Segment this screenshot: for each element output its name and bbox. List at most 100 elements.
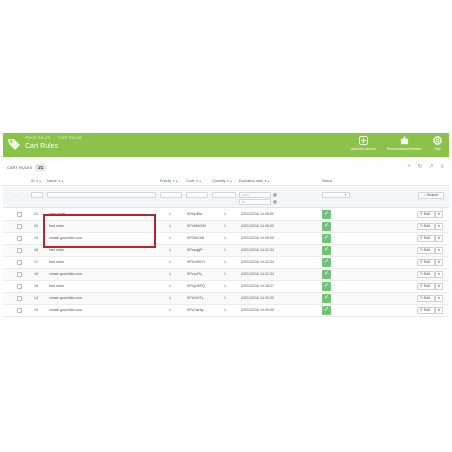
status-enabled-icon[interactable]: ✓: [322, 306, 331, 315]
cell-expiration: 03/21/2016 14:22:34: [241, 248, 274, 252]
filter-priority-input[interactable]: [160, 192, 182, 198]
admin-panel: PRICE RULES CART RULES Cart Rules Add ne…: [3, 133, 449, 319]
cell-code: SPXjUEFQ: [187, 284, 205, 288]
cell-expiration: 03/21/2016 14:20:00: [241, 308, 274, 312]
cell-quantity: 1: [224, 212, 226, 216]
sort-icon: ▼▲: [57, 179, 64, 183]
add-icon[interactable]: +: [406, 164, 412, 170]
column-code[interactable]: Code ▼▲: [186, 179, 202, 183]
row-actions-dropdown[interactable]: ▼: [435, 247, 443, 254]
table-row[interactable]: 13 create.godzhilot.com 1 SPu7aehy 1 03/21/20…: [3, 305, 449, 317]
cell-quantity: 1: [224, 296, 226, 300]
filter-date-to[interactable]: To: [239, 199, 271, 205]
filter-date-from[interactable]: From: [239, 192, 271, 198]
column-priority[interactable]: Priority ▼▲: [160, 179, 178, 183]
cell-id: 18: [34, 248, 38, 252]
row-checkbox[interactable]: [17, 284, 22, 289]
filter-code-input[interactable]: [186, 192, 208, 198]
row-actions-dropdown[interactable]: ▼: [435, 211, 443, 218]
row-actions-dropdown[interactable]: ▼: [435, 259, 443, 266]
row-actions-dropdown[interactable]: ▼: [435, 295, 443, 302]
column-name[interactable]: Name ▼▲: [47, 179, 64, 183]
edit-button[interactable]: ✎ Edit: [417, 295, 435, 302]
cell-id: 13: [34, 308, 38, 312]
table-row[interactable]: 17 first order 1 SPhYMSYl 1 03/21/2016 14:22:…: [3, 257, 449, 269]
edit-button[interactable]: ✎ Edit: [417, 235, 435, 242]
edit-button[interactable]: ✎ Edit: [417, 211, 435, 218]
table-row[interactable]: 14 create.godzhilot.com 1 SPb3rDTy 1 03/21/20…: [3, 293, 449, 305]
row-checkbox[interactable]: [17, 296, 22, 301]
edit-button[interactable]: ✎ Edit: [417, 271, 435, 278]
edit-button[interactable]: ✎ Edit: [417, 283, 435, 290]
cell-name: create.godzhilot.com: [49, 272, 83, 276]
caret-down-icon: ▼: [437, 272, 441, 276]
cell-expiration: 03/21/2016 14:22:34: [241, 260, 274, 264]
cell-priority: 1: [169, 248, 171, 252]
status-enabled-icon[interactable]: ✓: [322, 246, 331, 255]
row-checkbox[interactable]: [17, 212, 22, 217]
breadcrumb-item[interactable]: PRICE RULES: [25, 136, 51, 140]
cell-code: SPu7aehy: [187, 308, 204, 312]
cell-code: SP25rC6B: [187, 236, 204, 240]
column-expiration[interactable]: Expiration date ▼▲: [239, 179, 270, 183]
status-enabled-icon[interactable]: ✓: [322, 282, 331, 291]
calendar-icon[interactable]: ▦: [273, 192, 277, 197]
status-enabled-icon[interactable]: ✓: [322, 222, 331, 231]
status-enabled-icon[interactable]: ✓: [322, 210, 331, 219]
pencil-icon: ✎: [420, 212, 423, 216]
search-button[interactable]: ⌕ Search: [418, 192, 444, 199]
calendar-icon[interactable]: ▦: [273, 199, 277, 204]
edit-button[interactable]: ✎ Edit: [417, 247, 435, 254]
button-label: Add new cart rule: [351, 147, 376, 151]
cell-priority: 1: [169, 224, 171, 228]
edit-button[interactable]: ✎ Edit: [417, 223, 435, 230]
status-enabled-icon[interactable]: ✓: [322, 234, 331, 243]
row-checkbox[interactable]: [17, 308, 22, 313]
row-checkbox[interactable]: [17, 236, 22, 241]
cell-priority: 1: [169, 308, 171, 312]
filter-name-input[interactable]: [47, 192, 156, 198]
cell-name: first order: [49, 248, 65, 252]
row-actions-dropdown[interactable]: ▼: [435, 235, 443, 242]
row-actions-dropdown[interactable]: ▼: [435, 283, 443, 290]
cell-priority: 1: [169, 284, 171, 288]
status-enabled-icon[interactable]: ✓: [322, 270, 331, 279]
filter-quantity-input[interactable]: [212, 192, 236, 198]
help-button[interactable]: Help: [433, 136, 442, 151]
export-icon[interactable]: ↗: [428, 164, 434, 170]
filter-status-select[interactable]: - ▼: [322, 192, 350, 198]
cell-expiration: 03/21/2016 14:18:27: [241, 284, 274, 288]
database-icon[interactable]: ≡: [439, 164, 445, 170]
pencil-icon: ✎: [420, 308, 423, 312]
filter-id-input[interactable]: [31, 192, 43, 198]
edit-button[interactable]: ✎ Edit: [417, 307, 435, 314]
cell-id: 15: [34, 284, 38, 288]
caret-down-icon: ▼: [437, 248, 441, 252]
row-actions-dropdown[interactable]: ▼: [435, 307, 443, 314]
help-lifebuoy-icon: [433, 136, 442, 145]
status-enabled-icon[interactable]: ✓: [322, 258, 331, 267]
breadcrumb: PRICE RULES CART RULES: [25, 136, 88, 140]
column-id[interactable]: ID ▼▲: [31, 179, 42, 183]
cell-priority: 1: [169, 296, 171, 300]
row-checkbox[interactable]: [17, 248, 22, 253]
filter-dash: --: [15, 192, 18, 197]
row-checkbox[interactable]: [17, 224, 22, 229]
edit-button[interactable]: ✎ Edit: [417, 259, 435, 266]
button-label: Recommended Modules: [387, 147, 422, 151]
row-actions-dropdown[interactable]: ▼: [435, 223, 443, 230]
status-enabled-icon[interactable]: ✓: [322, 294, 331, 303]
row-checkbox[interactable]: [17, 260, 22, 265]
row-actions-dropdown[interactable]: ▼: [435, 271, 443, 278]
breadcrumb-item[interactable]: CART RULES: [58, 136, 82, 140]
add-new-cart-rule-button[interactable]: Add new cart rule: [351, 136, 376, 151]
row-checkbox[interactable]: [17, 272, 22, 277]
table-row[interactable]: 15 first order 1 SPXjUEFQ 1 03/21/2016 14:18:…: [3, 281, 449, 293]
cell-id: 14: [34, 296, 38, 300]
table-row[interactable]: 16 create.godzhilot.com 1 SPvxcFty 1 03/21/20…: [3, 269, 449, 281]
page-header: PRICE RULES CART RULES Cart Rules Add ne…: [3, 133, 449, 157]
refresh-icon[interactable]: ↻: [417, 164, 423, 170]
column-quantity[interactable]: Quantity ▼▲: [212, 179, 232, 183]
cell-priority: 1: [169, 272, 171, 276]
recommended-modules-button[interactable]: Recommended Modules: [387, 136, 422, 151]
